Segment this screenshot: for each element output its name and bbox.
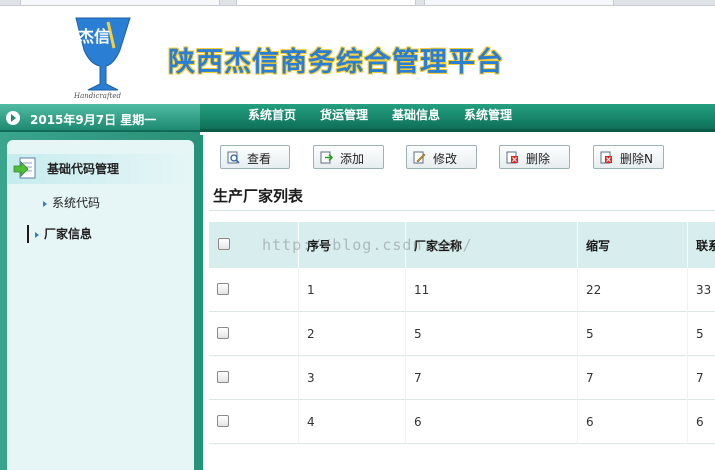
main-content: 查看 添加 修改 删除 删除N 生产厂家列表 序号 厂家全称 缩写 联系 1 1…: [200, 135, 715, 470]
column-header-abbr[interactable]: 缩写: [578, 222, 688, 268]
delete-many-icon: [600, 151, 612, 164]
cell-full-name: 5: [414, 327, 422, 341]
app-window: 杰信 Handicrafted 陕西杰信商务综合管理平台 2015年9月7日 星…: [0, 0, 715, 470]
nav-item-home[interactable]: 系统首页: [248, 106, 296, 123]
cell-full-name: 11: [414, 283, 430, 297]
cell-abbr: 5: [586, 327, 594, 341]
cell-index: 2: [307, 327, 315, 341]
logo-icon: 杰信 Handicrafted: [73, 17, 131, 100]
table-row[interactable]: 4 6 6 6: [209, 400, 715, 444]
row-checkbox[interactable]: [217, 415, 229, 427]
sidebar-item-label: 系统代码: [52, 196, 101, 210]
nav-item-shipping[interactable]: 货运管理: [320, 106, 368, 123]
cell-index: 1: [307, 283, 315, 297]
cell-index: 3: [307, 371, 315, 385]
table-row[interactable]: 3 7 7 7: [209, 356, 715, 400]
sidebar-item-manufacturers[interactable]: 厂家信息: [27, 225, 92, 243]
header-select-cell: [209, 222, 299, 268]
cell-abbr: 6: [586, 415, 594, 429]
arrow-right-icon: [6, 111, 20, 125]
top-nav: 系统首页 货运管理 基础信息 系统管理: [200, 104, 715, 132]
column-header-index[interactable]: 序号: [299, 222, 406, 268]
cell-index: 4: [307, 415, 315, 429]
table-row[interactable]: 1 11 22 33: [209, 268, 715, 312]
add-icon: [320, 151, 333, 164]
cell-abbr: 7: [586, 371, 594, 385]
triangle-right-icon: [43, 200, 47, 207]
table-header: 序号 厂家全称 缩写 联系: [209, 222, 715, 268]
view-button[interactable]: 查看: [220, 145, 290, 169]
sidebar-item-system-codes[interactable]: 系统代码: [43, 194, 100, 212]
sidebar-group-label: 基础代码管理: [47, 162, 120, 176]
delete-button[interactable]: 删除: [499, 145, 570, 169]
delete-many-button[interactable]: 删除N: [593, 145, 664, 169]
button-label: 添加: [340, 152, 365, 166]
button-label: 修改: [433, 152, 458, 166]
site-title: 陕西杰信商务综合管理平台: [168, 47, 504, 78]
sidebar-panel: 基础代码管理 系统代码 厂家信息: [7, 140, 194, 470]
sidebar: 基础代码管理 系统代码 厂家信息: [0, 132, 200, 470]
column-header-full-name[interactable]: 厂家全称: [406, 222, 578, 268]
edit-icon: [413, 151, 426, 164]
table-row[interactable]: 2 5 5 5: [209, 312, 715, 356]
page-title: 生产厂家列表: [213, 187, 304, 205]
row-checkbox[interactable]: [217, 283, 229, 295]
cell-contact: 7: [696, 371, 704, 385]
site-header: 杰信 Handicrafted 陕西杰信商务综合管理平台: [0, 6, 715, 102]
current-date: 2015年9月7日 星期一: [30, 113, 157, 127]
row-checkbox[interactable]: [217, 371, 229, 383]
document-icon: [13, 157, 36, 179]
button-label: 删除: [526, 152, 551, 166]
cell-full-name: 7: [414, 371, 422, 385]
edit-button[interactable]: 修改: [406, 145, 477, 169]
row-checkbox[interactable]: [217, 327, 229, 339]
date-bar: 2015年9月7日 星期一: [0, 104, 200, 132]
button-label: 删除N: [620, 152, 653, 166]
add-button[interactable]: 添加: [313, 145, 384, 169]
cell-abbr: 22: [586, 283, 602, 297]
select-all-checkbox[interactable]: [218, 238, 230, 250]
nav-item-system[interactable]: 系统管理: [464, 106, 512, 123]
cell-contact: 33: [696, 283, 712, 297]
view-icon: [227, 151, 240, 164]
button-label: 查看: [247, 152, 272, 166]
cell-contact: 6: [696, 415, 704, 429]
logo-text: 杰信: [78, 27, 110, 46]
logo-subtext: Handicrafted: [73, 92, 121, 100]
divider: [209, 210, 715, 211]
nav-item-basic-info[interactable]: 基础信息: [392, 106, 440, 123]
sidebar-group-basic-codes[interactable]: 基础代码管理: [7, 154, 194, 184]
cell-contact: 5: [696, 327, 704, 341]
sidebar-item-label: 厂家信息: [44, 227, 93, 241]
column-header-contact[interactable]: 联系: [688, 222, 715, 268]
delete-icon: [506, 151, 518, 164]
cell-full-name: 6: [414, 415, 422, 429]
triangle-right-icon: [35, 231, 39, 238]
